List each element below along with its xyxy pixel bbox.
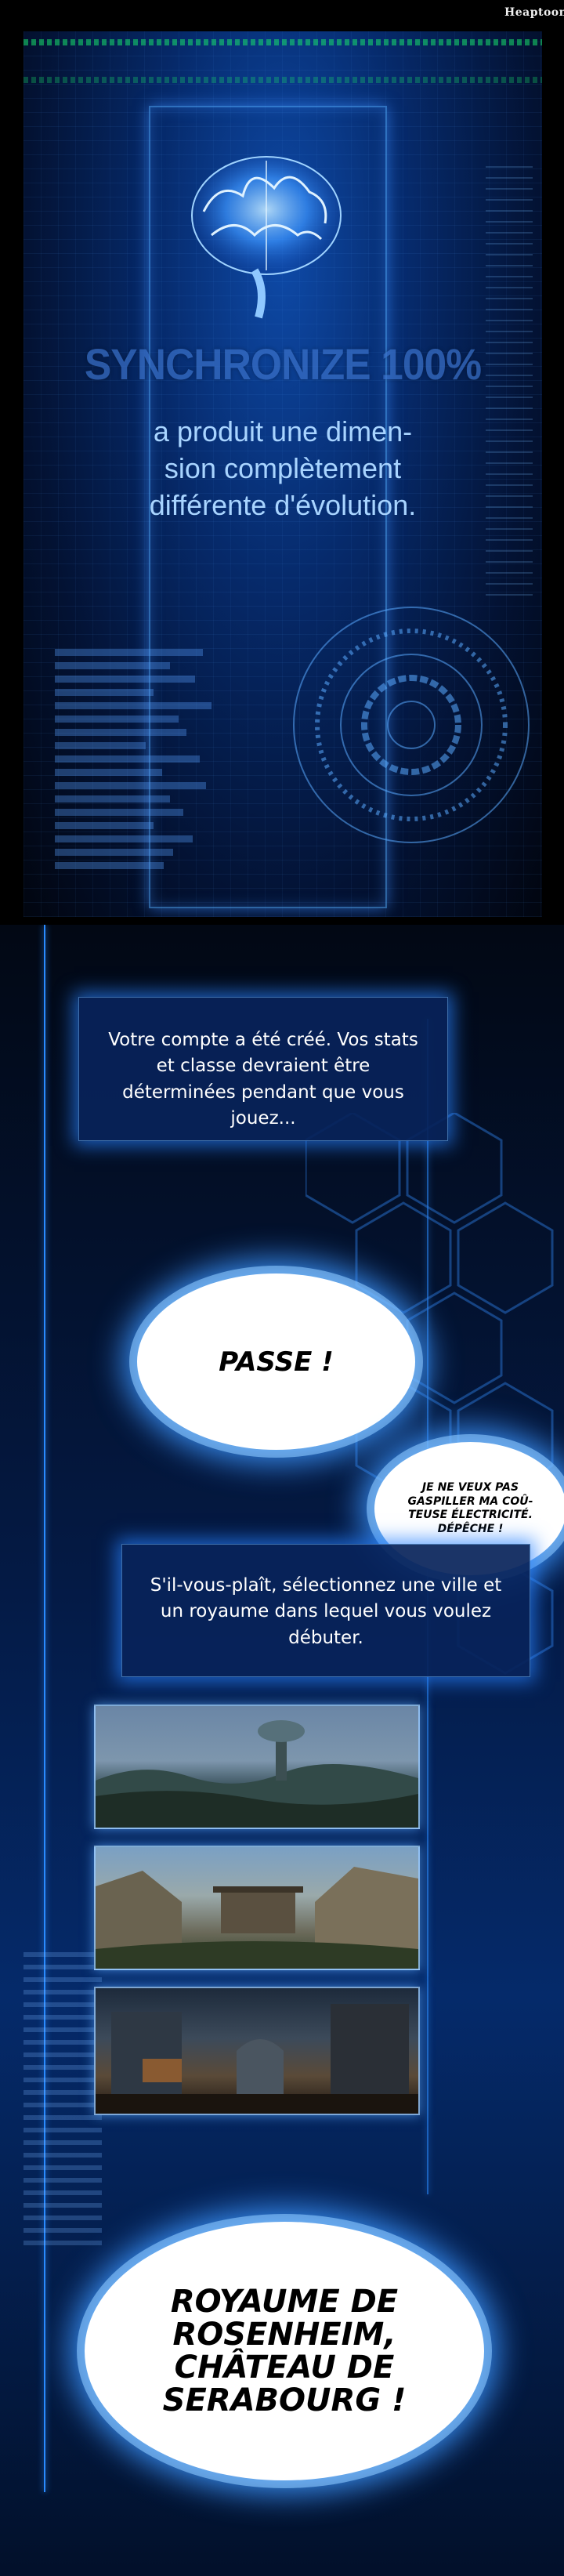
- watermark-logo: Heaptoon: [504, 6, 564, 19]
- bubble-text: JE NE VEUX PAS GASPILLER MA COÛ-TEUSE ÉL…: [407, 1481, 533, 1535]
- hud-data-panel: [24, 1947, 102, 2245]
- location-option-plains[interactable]: [94, 1705, 420, 1829]
- bubble-text: PASSE !: [219, 1346, 334, 1378]
- brain-hologram-icon: [191, 156, 342, 319]
- hud-data-list: [55, 643, 219, 909]
- synchronize-title: SYNCHRONIZE 100%: [84, 339, 482, 389]
- bubble-text: ROYAUME DE ROSENHEIM, CHÂTEAU DE SERABOU…: [162, 2284, 407, 2418]
- location-option-canyon[interactable]: [94, 1846, 420, 1970]
- speech-bubble-pass: PASSE !: [137, 1274, 415, 1450]
- green-status-bar: [24, 77, 542, 83]
- landscape-image: [96, 1867, 418, 1969]
- location-option-castle[interactable]: [94, 1987, 420, 2115]
- synchronize-panel: SYNCHRONIZE 100% a produit une dimen- si…: [24, 31, 542, 917]
- narration-line: différente d'évolution.: [149, 489, 417, 521]
- green-status-bar: [24, 39, 542, 45]
- speech-bubble-rosenheim: ROYAUME DE ROSENHEIM, CHÂTEAU DE SERABOU…: [85, 2222, 484, 2480]
- dialog-message: S'il-vous-plaît, sélectionnez une ville …: [150, 1575, 502, 1648]
- account-created-dialog: Votre compte a été créé. Vos stats et cl…: [78, 997, 448, 1141]
- iris-scan-icon: [293, 607, 530, 843]
- landscape-image: [96, 1720, 418, 1828]
- landscape-image: [96, 2004, 418, 2114]
- select-kingdom-dialog: S'il-vous-plaît, sélectionnez une ville …: [121, 1544, 530, 1677]
- hud-line: [44, 925, 45, 2492]
- narration-line: a produit une dimen-: [153, 415, 413, 447]
- dialog-message: Votre compte a été créé. Vos stats et cl…: [108, 1030, 418, 1129]
- narration-line: sion complètement: [164, 452, 402, 484]
